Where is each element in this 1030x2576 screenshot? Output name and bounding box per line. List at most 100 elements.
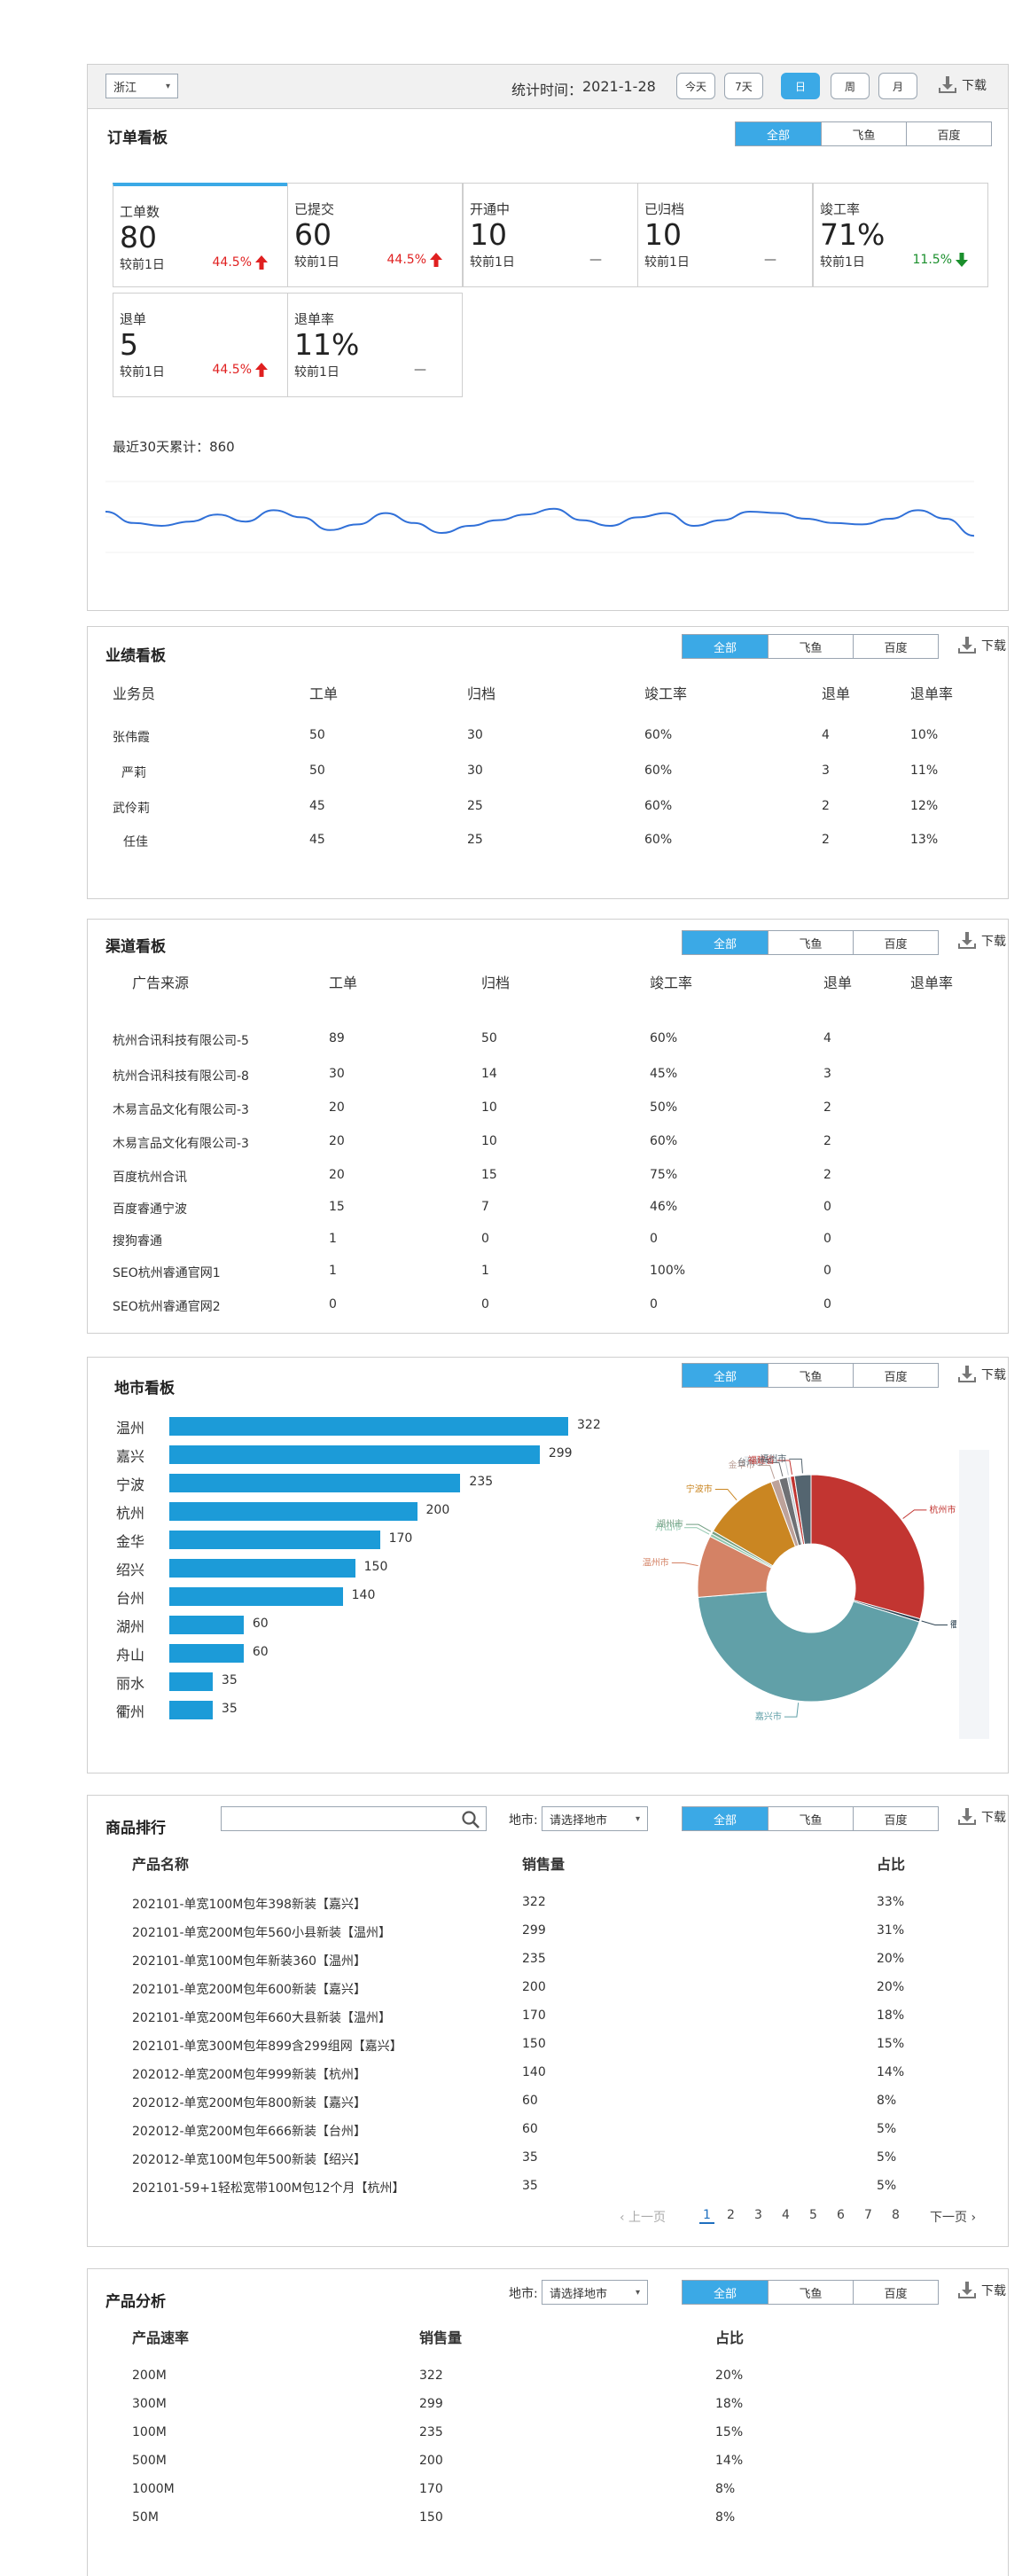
tab-all[interactable]: 全部 [683,931,768,954]
city-bar[interactable] [169,1587,343,1606]
tab-feiyu[interactable]: 飞鱼 [768,1364,853,1387]
column-header[interactable]: 工单 [309,682,338,703]
table-row[interactable]: 202101-59+1轻松宽带100M包12个月【杭州】 35 5% [88,2179,1008,2200]
tab-baidu[interactable]: 百度 [853,1807,938,1830]
column-header[interactable]: 归档 [467,682,495,703]
city-bar[interactable] [169,1644,244,1663]
table-row[interactable]: 张伟霞 50 30 60% 4 10% [88,728,1008,749]
table-row[interactable]: 50M 150 8% [88,2510,1008,2532]
stat-card[interactable]: 退单 5 较前1日 44.5% [113,293,288,397]
province-select[interactable]: 浙江 ▾ [105,74,178,98]
city-bar[interactable] [169,1417,568,1436]
donut-slice[interactable] [810,1474,925,1620]
table-row[interactable]: 武伶莉 45 25 60% 2 12% [88,799,1008,820]
product-search-input[interactable] [222,1807,452,1830]
stat-card[interactable]: 开通中 10 较前1日 — [463,183,638,287]
stat-card[interactable]: 竣工率 71% 较前1日 11.5% [813,183,988,287]
download-button[interactable]: 下载 [956,636,1006,655]
city-bar[interactable] [169,1502,417,1521]
column-header[interactable]: 工单 [329,971,357,992]
tab-baidu[interactable]: 百度 [853,931,938,954]
column-header[interactable]: 竣工率 [644,682,687,703]
search-icon[interactable] [461,1810,480,1829]
download-button[interactable]: 下载 [956,931,1006,951]
download-button[interactable]: 下载 [956,1807,1006,1827]
table-row[interactable]: SEO杭州睿通官网1 1 1 100% 0 [88,1264,1008,1285]
column-header[interactable]: 销售量 [419,2326,462,2347]
table-row[interactable]: 100M 235 15% [88,2425,1008,2447]
column-header[interactable]: 产品速率 [132,2326,189,2347]
download-button[interactable]: 下载 [956,2281,1006,2300]
tab-baidu[interactable]: 百度 [853,1364,938,1387]
page-number[interactable]: 6 [837,2208,845,2222]
stat-card[interactable]: 退单率 11% 较前1日 — [287,293,463,397]
city-bar[interactable] [169,1445,540,1464]
table-row[interactable]: 202012-单宽100M包年500新装【绍兴】 35 5% [88,2150,1008,2172]
column-header[interactable]: 占比 [715,2326,744,2347]
table-row[interactable]: 200M 322 20% [88,2369,1008,2390]
tab-baidu[interactable]: 百度 [853,635,938,658]
table-row[interactable]: 木易言品文化有限公司-3 20 10 50% 2 [88,1100,1008,1122]
next-page-button[interactable]: 下一页 › [930,2208,976,2226]
table-row[interactable]: 百度睿通宁波 15 7 46% 0 [88,1200,1008,1221]
tab-feiyu[interactable]: 飞鱼 [768,2281,853,2304]
table-row[interactable]: 202101-单宽300M包年899含299组网【嘉兴】 150 15% [88,2037,1008,2058]
tab-all[interactable]: 全部 [683,1364,768,1387]
table-row[interactable]: 严莉 50 30 60% 3 11% [88,763,1008,785]
tab-feiyu[interactable]: 飞鱼 [821,122,906,145]
download-button[interactable]: 下载 [937,75,987,95]
city-bar[interactable] [169,1531,380,1549]
tab-feiyu[interactable]: 飞鱼 [768,931,853,954]
range-today-button[interactable]: 今天 [676,73,715,99]
tab-feiyu[interactable]: 飞鱼 [768,635,853,658]
column-header[interactable]: 业务员 [113,682,155,703]
table-row[interactable]: 500M 200 14% [88,2454,1008,2475]
table-row[interactable]: 202101-单宽100M包年398新装【嘉兴】 322 33% [88,1895,1008,1916]
tab-baidu[interactable]: 百度 [906,122,991,145]
stat-card[interactable]: 已归档 10 较前1日 — [637,183,813,287]
tab-all[interactable]: 全部 [683,635,768,658]
table-row[interactable]: 202101-单宽100M包年新装360【温州】 235 20% [88,1952,1008,1973]
range-day-button[interactable]: 日 [781,73,820,99]
table-row[interactable]: 1000M 170 8% [88,2482,1008,2503]
city-bar[interactable] [169,1474,461,1492]
column-header[interactable]: 销售量 [522,1852,565,1874]
range-7days-button[interactable]: 7天 [724,73,763,99]
page-number[interactable]: 8 [892,2208,900,2222]
city-bar[interactable] [169,1616,244,1634]
column-header[interactable]: 退单率 [910,682,953,703]
table-row[interactable]: 202012-单宽200M包年800新装【嘉兴】 60 8% [88,2094,1008,2115]
table-row[interactable]: 202012-单宽200M包年999新装【杭州】 140 14% [88,2065,1008,2087]
page-number[interactable]: 4 [782,2208,790,2222]
table-row[interactable]: 搜狗睿通 1 0 0 0 [88,1232,1008,1253]
city-select[interactable]: 请选择地市 ▾ [542,1806,648,1831]
range-month-button[interactable]: 月 [878,73,917,99]
page-number[interactable]: 1 [699,2208,714,2224]
page-number[interactable]: 5 [809,2208,817,2222]
column-header[interactable]: 竣工率 [650,971,692,992]
tab-all[interactable]: 全部 [736,122,821,145]
column-header[interactable]: 广告来源 [132,971,189,992]
column-header[interactable]: 占比 [877,1852,905,1874]
table-row[interactable]: 杭州合讯科技有限公司-8 30 14 45% 3 [88,1067,1008,1088]
table-row[interactable]: 300M 299 18% [88,2397,1008,2418]
tab-baidu[interactable]: 百度 [853,2281,938,2304]
table-row[interactable]: 202101-单宽200M包年660大县新装【温州】 170 18% [88,2008,1008,2030]
table-row[interactable]: 百度杭州合讯 20 15 75% 2 [88,1168,1008,1189]
tab-all[interactable]: 全部 [683,1807,768,1830]
table-row[interactable]: 202101-单宽200M包年600新装【嘉兴】 200 20% [88,1980,1008,2001]
city-bar[interactable] [169,1559,355,1578]
column-header[interactable]: 归档 [481,971,510,992]
download-button[interactable]: 下载 [956,1365,1006,1384]
range-week-button[interactable]: 周 [831,73,870,99]
prev-page-button[interactable]: ‹ 上一页 [620,2208,666,2226]
chart-scroll-track[interactable] [959,1450,989,1739]
tab-feiyu[interactable]: 飞鱼 [768,1807,853,1830]
tab-all[interactable]: 全部 [683,2281,768,2304]
table-row[interactable]: 202012-单宽200M包年666新装【台州】 60 5% [88,2122,1008,2143]
page-number[interactable]: 3 [754,2208,762,2222]
city-select[interactable]: 请选择地市 ▾ [542,2280,648,2305]
table-row[interactable]: 木易言品文化有限公司-3 20 10 60% 2 [88,1134,1008,1155]
column-header[interactable]: 退单 [823,971,852,992]
table-row[interactable]: 杭州合讯科技有限公司-5 89 50 60% 4 [88,1031,1008,1053]
